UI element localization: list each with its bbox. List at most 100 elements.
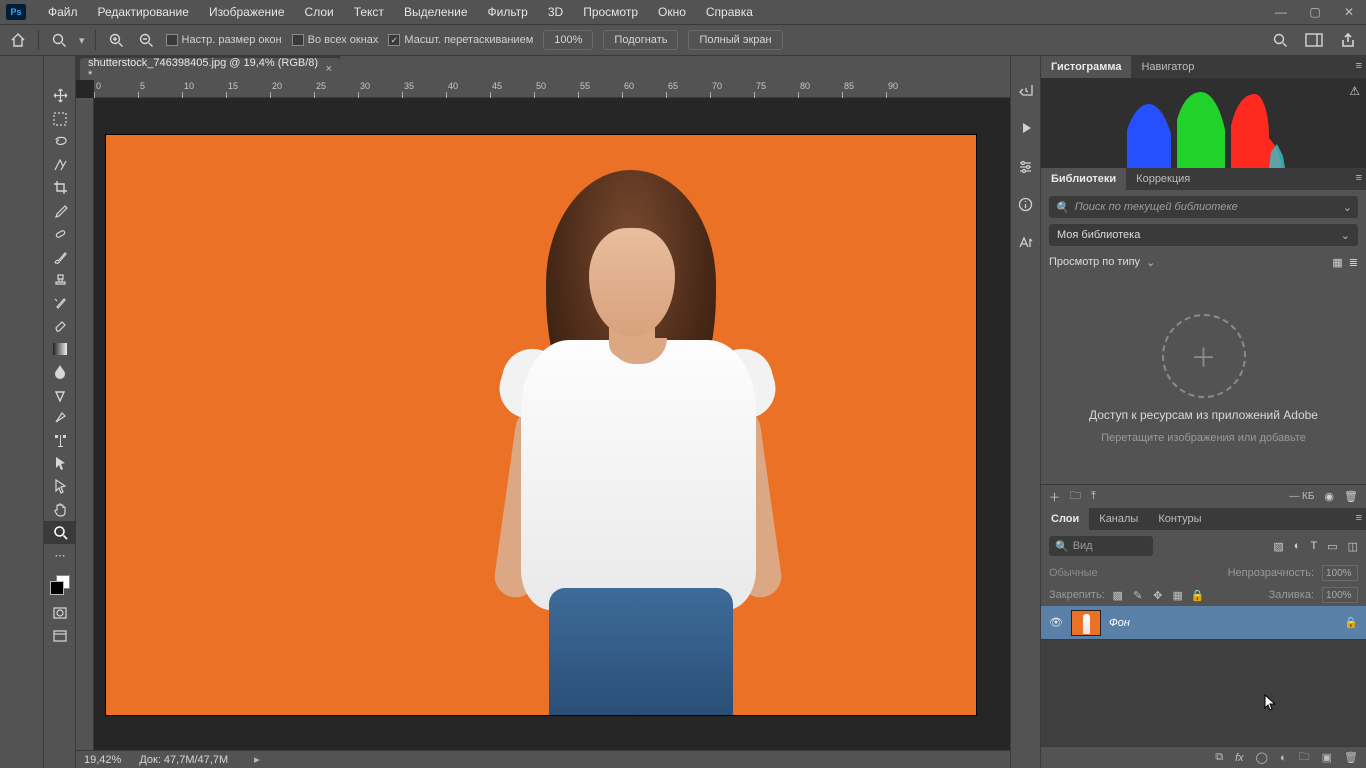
quick-select-tool-icon[interactable] [44,153,76,176]
fx-icon[interactable]: fx [1235,752,1244,764]
full-screen-button[interactable]: Полный экран [688,30,782,50]
add-asset-icon[interactable]: ＋ [1162,314,1246,398]
eraser-tool-icon[interactable] [44,314,76,337]
tab-channels[interactable]: Каналы [1089,508,1148,530]
stamp-tool-icon[interactable] [44,268,76,291]
filter-shape-icon[interactable]: ▭ [1327,540,1337,553]
menu-window[interactable]: Окно [648,0,696,24]
history-panel-icon[interactable] [1016,80,1036,100]
menu-3d[interactable]: 3D [538,0,573,24]
delete-layer-icon[interactable]: 🗑 [1344,751,1358,764]
adjustment-layer-icon[interactable]: ◐ [1280,752,1287,764]
menu-select[interactable]: Выделение [394,0,478,24]
document-tab[interactable]: shutterstock_746398405.jpg @ 19,4% (RGB/… [80,58,340,80]
add-content-icon[interactable]: ＋ [1049,489,1060,505]
brush-tool-icon[interactable] [44,245,76,268]
color-swatches[interactable] [44,571,76,601]
tab-libraries[interactable]: Библиотеки [1041,168,1126,190]
panel-menu-icon[interactable]: ≡ [1356,512,1362,524]
actions-panel-icon[interactable] [1016,118,1036,138]
more-tools-icon[interactable]: ⋯ [44,544,76,567]
library-select[interactable]: Моя библиотека ⌄ [1049,224,1358,246]
new-layer-icon[interactable]: ▣ [1322,751,1332,764]
menu-help[interactable]: Справка [696,0,763,24]
link-layers-icon[interactable]: ⧉ [1215,751,1223,764]
search-icon[interactable] [1270,30,1290,50]
visibility-toggle-icon[interactable]: 👁 [1049,616,1063,629]
zoom-out-icon[interactable] [136,30,156,50]
lock-paint-icon[interactable]: ✎ [1131,588,1145,602]
canvas-area[interactable]: 051015202530354045505560657075808590 [76,80,1010,750]
history-brush-tool-icon[interactable] [44,291,76,314]
new-group-icon[interactable]: 🗀 [1299,748,1310,767]
marquee-tool-icon[interactable] [44,107,76,130]
status-menu-arrow-icon[interactable]: ▸ [254,753,260,766]
tab-navigator[interactable]: Навигатор [1131,56,1204,78]
panel-menu-icon[interactable]: ≡ [1356,172,1362,184]
add-folder-icon[interactable]: 🗀 [1070,487,1081,506]
panel-menu-icon[interactable]: ≡ [1356,60,1362,72]
trash-icon[interactable]: 🗑 [1344,490,1358,503]
zoom-tool-preset-icon[interactable] [49,30,69,50]
window-close-icon[interactable]: ✕ [1332,0,1366,24]
type-tool-icon[interactable] [44,429,76,452]
filter-adjust-icon[interactable]: ◐ [1294,540,1301,553]
fill-field[interactable]: 100% [1322,587,1358,603]
gradient-tool-icon[interactable] [44,337,76,360]
eyedropper-tool-icon[interactable] [44,199,76,222]
filter-pixel-icon[interactable]: ▧ [1273,540,1283,553]
layer-list[interactable]: 👁 Фон 🔒 [1041,606,1366,746]
mask-icon[interactable]: ◯ [1256,751,1268,764]
menu-type[interactable]: Текст [344,0,394,24]
filter-type-icon[interactable]: T [1310,540,1317,553]
properties-panel-icon[interactable] [1016,156,1036,176]
fit-screen-button[interactable]: Подогнать [603,30,678,50]
lock-move-icon[interactable]: ✥ [1151,588,1165,602]
lock-artboard-icon[interactable]: ▦ [1171,588,1185,602]
zoom-in-icon[interactable] [106,30,126,50]
info-panel-icon[interactable] [1016,194,1036,214]
quickmask-icon[interactable] [44,601,76,624]
tab-histogram[interactable]: Гистограмма [1041,56,1131,78]
path-select-tool-icon[interactable] [44,452,76,475]
zoom-100-button[interactable]: 100% [543,30,593,50]
pen-tool-icon[interactable] [44,406,76,429]
menu-file[interactable]: Файл [38,0,88,24]
layer-thumbnail[interactable] [1071,610,1101,636]
menu-image[interactable]: Изображение [199,0,295,24]
menu-filter[interactable]: Фильтр [478,0,538,24]
lock-trans-icon[interactable]: ▩ [1111,588,1125,602]
filter-smart-icon[interactable]: ◫ [1348,540,1358,553]
lasso-tool-icon[interactable] [44,130,76,153]
blend-mode-select[interactable]: Обычные [1049,567,1098,579]
workspace-switcher-icon[interactable] [1304,30,1324,50]
window-maximize-icon[interactable]: ▢ [1298,0,1332,24]
menu-view[interactable]: Просмотр [573,0,648,24]
search-scope-dropdown-icon[interactable]: ⌄ [1343,201,1352,214]
zoom-tool-icon[interactable] [44,521,76,544]
move-tool-icon[interactable] [44,84,76,107]
layer-filter-input[interactable]: 🔍 Вид [1049,536,1153,556]
menu-edit[interactable]: Редактирование [88,0,199,24]
lock-all-icon[interactable]: 🔒 [1191,588,1205,602]
histogram-warning-icon[interactable]: ⚠ [1349,84,1360,98]
artboard-image[interactable] [106,135,976,715]
view-grid-icon[interactable]: ▦ [1332,256,1342,269]
tab-adjustments[interactable]: Коррекция [1126,168,1200,190]
checkbox-all-windows[interactable]: Во всех окнах [292,34,379,46]
status-zoom-value[interactable]: 19,42% [84,754,121,766]
blur-tool-icon[interactable] [44,360,76,383]
layer-row[interactable]: 👁 Фон 🔒 [1041,606,1366,640]
character-panel-icon[interactable] [1016,232,1036,252]
close-tab-icon[interactable]: × [326,63,332,75]
view-list-icon[interactable]: ≣ [1349,256,1358,269]
library-drop-zone[interactable]: ＋ Доступ к ресурсам из приложений Adobe … [1041,274,1366,484]
opacity-field[interactable]: 100% [1322,565,1358,581]
screenmode-icon[interactable] [44,624,76,647]
hand-tool-icon[interactable] [44,498,76,521]
sync-icon[interactable]: ◉ [1324,490,1334,503]
checkbox-scrubby-zoom[interactable]: ✓Масшт. перетаскиванием [388,34,533,46]
window-minimize-icon[interactable]: — [1264,0,1298,24]
home-icon[interactable] [8,30,28,50]
tab-paths[interactable]: Контуры [1148,508,1211,530]
